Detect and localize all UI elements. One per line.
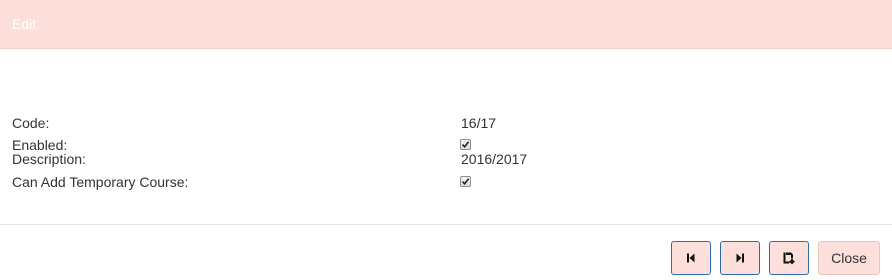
- can-add-temporary-course-checkbox[interactable]: [460, 176, 471, 187]
- dialog-footer: Close: [0, 224, 892, 280]
- dialog-title: Edit: [12, 16, 37, 32]
- dialog-header: Edit: [0, 0, 892, 49]
- close-button[interactable]: Close: [818, 241, 880, 275]
- can-add-temporary-course-label: Can Add Temporary Course:: [12, 174, 189, 190]
- first-record-button[interactable]: [671, 241, 711, 275]
- next-record-icon: [736, 253, 744, 263]
- code-label: Code:: [12, 115, 50, 131]
- edit-dialog: Edit Code: 16/17 Description: 2016/2017 …: [0, 0, 892, 280]
- enabled-checkbox[interactable]: [460, 139, 471, 150]
- checkmark-icon: [461, 178, 470, 186]
- save-record-icon: [783, 252, 795, 265]
- code-row: Code: 16/17: [0, 113, 892, 133]
- can-add-temporary-course-row: Can Add Temporary Course:: [0, 172, 892, 192]
- first-record-icon: [687, 253, 695, 263]
- save-record-button[interactable]: [769, 241, 809, 275]
- checkmark-icon: [461, 141, 470, 149]
- enabled-row: Enabled:: [0, 135, 892, 155]
- enabled-label: Enabled:: [12, 137, 68, 153]
- code-value: 16/17: [461, 115, 497, 131]
- next-record-button[interactable]: [720, 241, 760, 275]
